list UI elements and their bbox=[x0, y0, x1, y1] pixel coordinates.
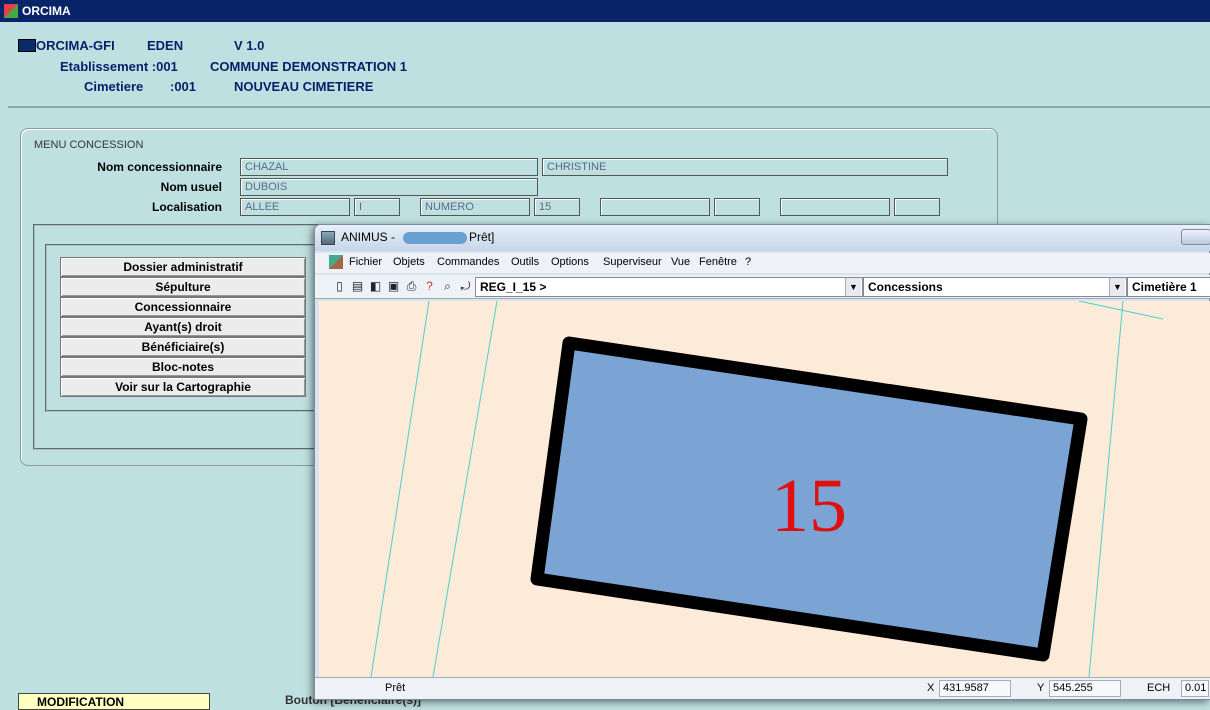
menu-fenetre[interactable]: Fenêtre bbox=[699, 256, 737, 268]
x-value: 431.9587 bbox=[939, 680, 1011, 697]
ayants-droit-button[interactable]: Ayant(s) droit bbox=[60, 317, 306, 337]
layer-combo[interactable]: Concessions bbox=[863, 277, 1127, 297]
chevron-down-icon[interactable]: ▼ bbox=[845, 278, 861, 296]
save-icon[interactable]: ▣ bbox=[385, 278, 402, 295]
menu-outils[interactable]: Outils bbox=[511, 256, 539, 268]
orcima-titlebar: ORCIMA bbox=[0, 0, 1210, 22]
menu-fichier[interactable]: Fichier bbox=[349, 256, 382, 268]
localisation-field-6[interactable] bbox=[714, 198, 760, 216]
concessionnaire-button[interactable]: Concessionnaire bbox=[60, 297, 306, 317]
localisation-field-8[interactable] bbox=[894, 198, 940, 216]
y-label: Y bbox=[1037, 682, 1045, 694]
layer-combo-value: Concessions bbox=[868, 280, 943, 294]
localisation-label: Localisation bbox=[151, 200, 222, 214]
prenom-field[interactable]: CHRISTINE bbox=[542, 158, 948, 176]
animus-titlebar[interactable]: ANIMUS - Prêt] bbox=[315, 225, 1210, 251]
print-icon[interactable]: ⎙ bbox=[403, 278, 420, 295]
localisation-field-5[interactable] bbox=[600, 198, 710, 216]
beneficiaires-button[interactable]: Bénéficiaire(s) bbox=[60, 337, 306, 357]
dossier-administratif-button[interactable]: Dossier administratif bbox=[60, 257, 306, 277]
parcel-boundary-line bbox=[432, 301, 498, 677]
help-icon[interactable]: ? bbox=[421, 278, 438, 295]
new-icon[interactable]: ▯ bbox=[331, 278, 348, 295]
site-combo-value: Cimetière 1 bbox=[1132, 280, 1197, 294]
localisation-field-4[interactable]: 15 bbox=[534, 198, 580, 216]
nom-usuel-field[interactable]: DUBOIS bbox=[240, 178, 538, 196]
x-label: X bbox=[927, 682, 935, 694]
animus-menubar: Fichier Objets Commandes Outils Options … bbox=[315, 253, 1210, 273]
animus-title-state: Prêt] bbox=[469, 230, 495, 244]
animus-toolbar: ▯ ▤ ◧ ▣ ⎙ ? ⌕ ⤾ REG_I_15 > ▼ Concessions… bbox=[315, 275, 1210, 299]
parcel-boundary-line bbox=[1088, 301, 1124, 677]
header-divider bbox=[8, 30, 1210, 108]
map-svg[interactable]: 15 bbox=[319, 301, 1210, 677]
nom-concessionnaire-label: Nom concessionnaire bbox=[97, 160, 222, 174]
window-title: ORCIMA bbox=[22, 4, 71, 18]
ech-label: ECH bbox=[1147, 682, 1171, 694]
voir-cartographie-button[interactable]: Voir sur la Cartographie bbox=[60, 377, 306, 397]
zoom-extent-icon[interactable]: ⤾ bbox=[457, 278, 474, 295]
parcel-boundary-line bbox=[370, 301, 430, 677]
app-icon bbox=[4, 4, 18, 18]
menu-options[interactable]: Options bbox=[551, 256, 589, 268]
layers-icon[interactable]: ◧ bbox=[367, 278, 384, 295]
reference-combo-value: REG_I_15 > bbox=[480, 280, 547, 294]
mode-status: MODIFICATION bbox=[18, 693, 210, 710]
animus-status-text: Prêt bbox=[385, 682, 406, 694]
animus-window: ANIMUS - Prêt] Fichier Objets Commandes … bbox=[314, 224, 1210, 700]
animus-app-icon bbox=[321, 231, 335, 245]
bloc-notes-button[interactable]: Bloc-notes bbox=[60, 357, 306, 377]
menu-legend: MENU CONCESSION bbox=[34, 139, 144, 151]
menubar-app-icon[interactable] bbox=[329, 255, 343, 269]
localisation-field-1[interactable]: ALLEE bbox=[240, 198, 350, 216]
map-canvas[interactable]: 15 bbox=[319, 301, 1210, 677]
open-icon[interactable]: ▤ bbox=[349, 278, 366, 295]
animus-title: ANIMUS - bbox=[341, 230, 395, 244]
menu-help[interactable]: ? bbox=[745, 256, 751, 268]
localisation-field-7[interactable] bbox=[780, 198, 890, 216]
plot-number-label: 15 bbox=[771, 464, 847, 548]
redacted-title-region bbox=[403, 232, 467, 244]
chevron-down-icon[interactable]: ▼ bbox=[1109, 278, 1125, 296]
menu-vue[interactable]: Vue bbox=[671, 256, 690, 268]
reference-combo[interactable]: REG_I_15 > bbox=[475, 277, 863, 297]
window-control-button[interactable] bbox=[1181, 229, 1210, 245]
nom-field[interactable]: CHAZAL bbox=[240, 158, 538, 176]
menu-objets[interactable]: Objets bbox=[393, 256, 425, 268]
parcel-boundary-line bbox=[1078, 301, 1164, 320]
localisation-field-2[interactable]: I bbox=[354, 198, 400, 216]
sepulture-button[interactable]: Sépulture bbox=[60, 277, 306, 297]
menu-superviseur[interactable]: Superviseur bbox=[603, 256, 662, 268]
ech-value: 0.01 bbox=[1181, 680, 1209, 697]
zoom-icon[interactable]: ⌕ bbox=[439, 278, 456, 295]
nom-usuel-label: Nom usuel bbox=[160, 180, 222, 194]
y-value: 545.255 bbox=[1049, 680, 1121, 697]
animus-statusbar: Prêt X 431.9587 Y 545.255 ECH 0.01 bbox=[315, 677, 1210, 699]
localisation-field-3[interactable]: NUMERO bbox=[420, 198, 530, 216]
menu-commandes[interactable]: Commandes bbox=[437, 256, 499, 268]
site-combo[interactable]: Cimetière 1 bbox=[1127, 277, 1210, 297]
